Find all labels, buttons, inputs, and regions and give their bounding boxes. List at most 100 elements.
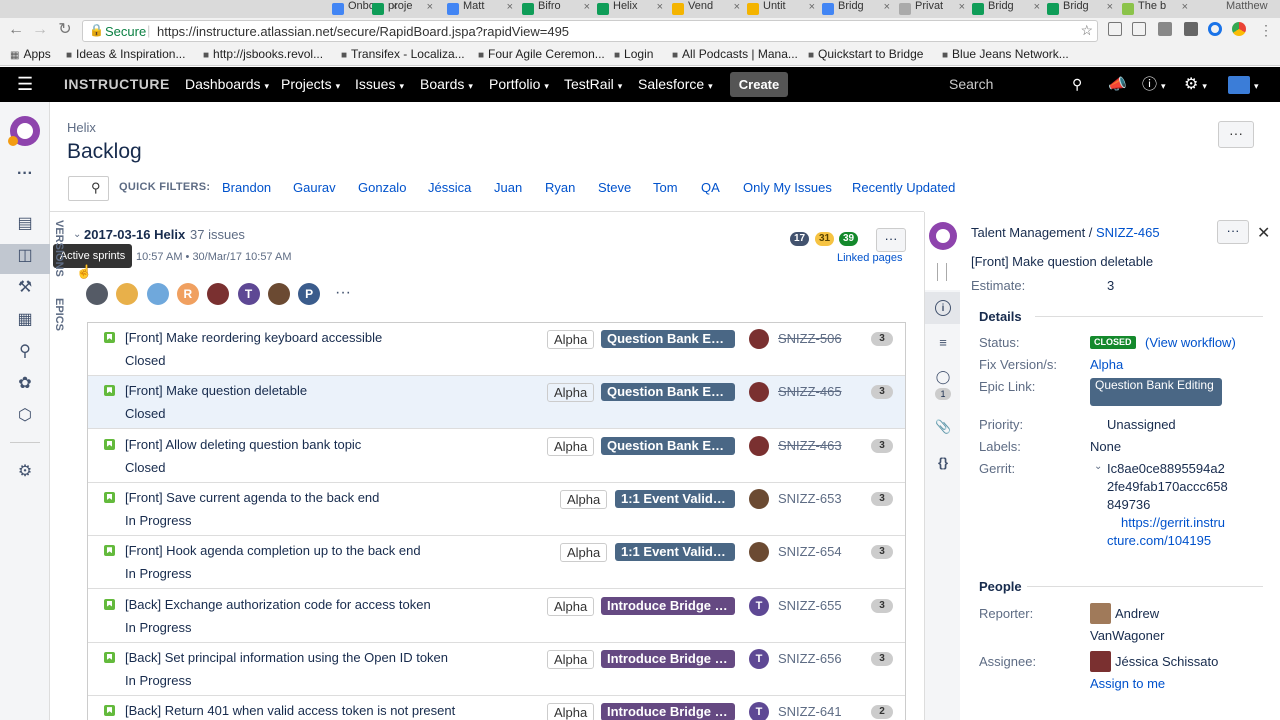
browser-tab[interactable]: proje × bbox=[370, 0, 435, 18]
quick-filter[interactable]: QA bbox=[701, 180, 720, 195]
more-assignees-icon[interactable]: ··· bbox=[335, 284, 351, 302]
user-avatar-menu[interactable]: ▾ bbox=[1228, 67, 1259, 102]
assignee-name[interactable]: Jéssica Schissato bbox=[1115, 654, 1218, 669]
bookmark-item[interactable]: ■ Quickstart to Bridge bbox=[808, 47, 923, 61]
issue-row[interactable]: [Front] Make reordering keyboard accessi… bbox=[88, 323, 905, 376]
extension-icon[interactable] bbox=[1108, 22, 1122, 36]
bookmark-item[interactable]: ■ Four Agile Ceremon... bbox=[478, 47, 605, 61]
issue-row[interactable]: [Front] Save current agenda to the back … bbox=[88, 482, 905, 536]
board-more-button[interactable]: ··· bbox=[1218, 121, 1254, 148]
nav-menu-dashboards[interactable]: Dashboards ▾ bbox=[185, 67, 269, 102]
address-bar[interactable]: 🔒 Secure | https://instructure.atlassian… bbox=[82, 20, 1098, 42]
back-icon[interactable]: ← bbox=[6, 20, 26, 40]
extension-icon[interactable] bbox=[1208, 22, 1222, 36]
fix-version-lozenge[interactable]: Alpha bbox=[547, 383, 595, 403]
assignee-avatar[interactable]: P bbox=[298, 283, 321, 305]
issue-key[interactable]: SNIZZ-463 bbox=[778, 438, 842, 453]
bookmark-item[interactable]: ■ All Podcasts | Mana... bbox=[672, 47, 798, 61]
quick-filter[interactable]: Gaurav bbox=[293, 180, 336, 195]
quick-filter[interactable]: Ryan bbox=[545, 180, 575, 195]
epic-lozenge[interactable]: 1:1 Event Validation bbox=[615, 489, 735, 508]
bookmark-item[interactable]: ■ Transifex - Localiza... bbox=[341, 47, 465, 61]
settings-gear-icon[interactable]: ⚙ ▾ bbox=[1184, 67, 1207, 102]
assignee-avatar[interactable] bbox=[86, 283, 108, 305]
browser-tab[interactable]: Bridg × bbox=[820, 0, 892, 18]
linked-pages-link[interactable]: Linked pages bbox=[837, 252, 902, 264]
close-tab-icon[interactable]: × bbox=[584, 1, 590, 13]
assignee-avatar[interactable]: R bbox=[176, 283, 199, 305]
drag-handle-icon[interactable] bbox=[937, 263, 947, 281]
nav-menu-boards[interactable]: Boards ▾ bbox=[420, 67, 473, 102]
assignee-avatar[interactable] bbox=[146, 283, 169, 305]
issue-key[interactable]: SNIZZ-656 bbox=[778, 651, 842, 666]
create-button[interactable]: Create bbox=[730, 72, 788, 97]
fix-version-lozenge[interactable]: Alpha bbox=[547, 649, 595, 669]
quick-filter[interactable]: Juan bbox=[494, 180, 522, 195]
releases-icon[interactable]: ⚒ bbox=[13, 276, 37, 300]
epic-lozenge[interactable]: Question Bank Editing bbox=[601, 330, 735, 348]
close-tab-icon[interactable]: × bbox=[427, 1, 433, 13]
extension-icon[interactable] bbox=[1158, 22, 1172, 36]
quick-filter[interactable]: Tom bbox=[653, 180, 678, 195]
epic-lozenge[interactable]: Introduce Bridge Le... bbox=[601, 596, 735, 615]
fix-version-link[interactable]: Alpha bbox=[1090, 357, 1123, 372]
estimate-value[interactable]: 3 bbox=[1107, 278, 1114, 293]
chevron-down-icon[interactable]: ⌄ bbox=[1094, 461, 1102, 472]
quick-filter[interactable]: Brandon bbox=[222, 180, 271, 195]
close-tab-icon[interactable]: × bbox=[884, 1, 890, 13]
search-icon[interactable]: ⚲ bbox=[1072, 67, 1082, 102]
reports-icon[interactable]: ▦ bbox=[13, 308, 37, 332]
reporter-name[interactable]: VanWagoner bbox=[1090, 628, 1164, 643]
search-box[interactable]: Search bbox=[949, 67, 993, 102]
megaphone-icon[interactable]: 📣 bbox=[1108, 67, 1127, 102]
breadcrumb-project[interactable]: Helix bbox=[67, 120, 96, 135]
close-tab-icon[interactable]: × bbox=[734, 1, 740, 13]
more-icon[interactable]: ··· bbox=[13, 162, 37, 186]
bookmark-item[interactable]: ▦ Apps bbox=[10, 47, 51, 61]
issue-row[interactable]: [Back] Exchange authorization code for a… bbox=[88, 589, 905, 643]
epic-lozenge[interactable]: Question Bank Editing bbox=[601, 383, 735, 402]
assignee-avatar[interactable] bbox=[267, 283, 290, 305]
add-item-icon[interactable]: ⬡ bbox=[13, 404, 37, 428]
epic-lozenge[interactable]: Introduce Bridge Le... bbox=[601, 649, 735, 668]
versions-tab[interactable]: VERSIONS bbox=[53, 220, 65, 277]
fix-version-lozenge[interactable]: Alpha bbox=[547, 330, 595, 349]
description-icon[interactable]: ≡ bbox=[935, 335, 951, 351]
browser-tab[interactable]: The b × bbox=[1120, 0, 1190, 18]
development-icon[interactable]: {} bbox=[935, 455, 951, 471]
nav-menu-issues[interactable]: Issues ▾ bbox=[355, 67, 404, 102]
collapse-sprint-icon[interactable]: ⌄ bbox=[73, 229, 81, 240]
epic-lozenge[interactable]: 1:1 Event Validation bbox=[615, 543, 735, 562]
issue-row[interactable]: [Front] Make question deletable Closed Alp… bbox=[88, 376, 905, 430]
bookmark-item[interactable]: ■ http://jsbooks.revol... bbox=[203, 47, 323, 61]
issue-more-button[interactable]: ··· bbox=[1217, 220, 1249, 244]
quick-filter[interactable]: Steve bbox=[598, 180, 631, 195]
epics-tab[interactable]: EPICS bbox=[53, 298, 65, 331]
quick-filter[interactable]: Gonzalo bbox=[358, 180, 406, 195]
project-settings-icon[interactable]: ⚙ bbox=[13, 460, 37, 484]
browser-tab[interactable]: Bifro × bbox=[520, 0, 592, 18]
extension-icon[interactable] bbox=[1184, 22, 1198, 36]
browser-tab[interactable]: Helix × bbox=[595, 0, 665, 18]
forward-icon[interactable]: → bbox=[30, 20, 50, 40]
browser-tab[interactable]: Untit × bbox=[745, 0, 817, 18]
instructure-logo[interactable]: INSTRUCTURE bbox=[64, 67, 170, 102]
close-tab-icon[interactable]: × bbox=[1182, 1, 1188, 13]
view-workflow-link[interactable]: (View workflow) bbox=[1145, 335, 1236, 350]
backlog-search-input[interactable]: ⚲ bbox=[68, 176, 109, 201]
help-icon[interactable]: ⓘ ▾ bbox=[1142, 67, 1166, 102]
fix-version-lozenge[interactable]: Alpha bbox=[547, 436, 595, 456]
issue-key[interactable]: SNIZZ-465 bbox=[778, 384, 842, 399]
quick-filter[interactable]: Jéssica bbox=[428, 180, 471, 195]
browser-tab[interactable]: Privat × bbox=[897, 0, 967, 18]
active-sprints-icon[interactable]: ◫ bbox=[13, 244, 37, 268]
browser-tab[interactable]: Bridg × bbox=[970, 0, 1042, 18]
epic-lozenge[interactable]: Introduce Bridge Le... bbox=[601, 703, 735, 720]
reload-icon[interactable]: ↻ bbox=[55, 20, 75, 40]
close-tab-icon[interactable]: × bbox=[657, 1, 663, 13]
epic-breadcrumb[interactable]: Talent Management bbox=[971, 225, 1085, 240]
browser-menu-icon[interactable]: ⋮ bbox=[1256, 20, 1276, 40]
fix-version-lozenge[interactable]: Alpha bbox=[547, 703, 595, 720]
issue-row[interactable]: [Back] Return 401 when valid access toke… bbox=[88, 696, 905, 720]
close-tab-icon[interactable]: × bbox=[507, 1, 513, 13]
